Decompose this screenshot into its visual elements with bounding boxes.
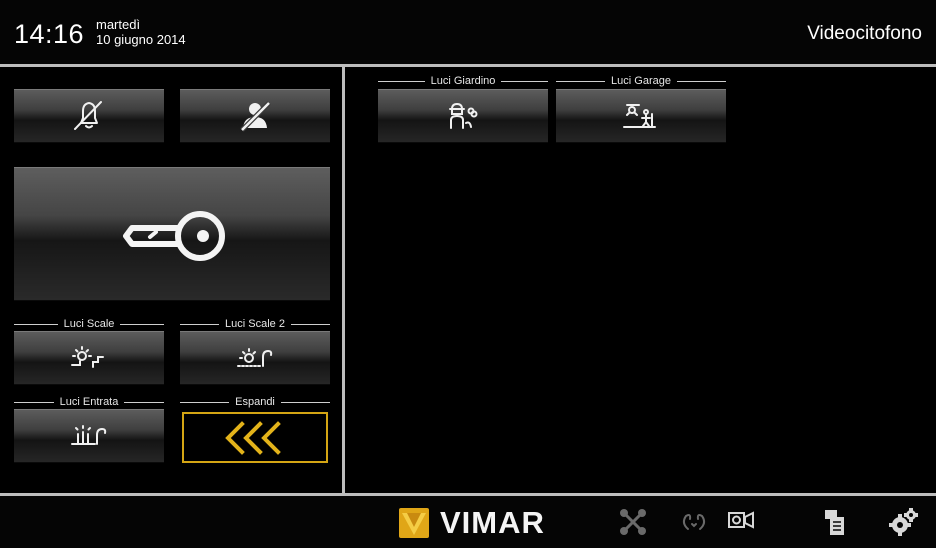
brand-name: VIMAR (440, 505, 545, 540)
stair-light-2-button[interactable] (180, 331, 330, 385)
garage-light-label: Luci Garage (556, 74, 726, 88)
clock-time: 14:16 (14, 19, 85, 49)
entrance-light-label: Luci Entrata (14, 395, 164, 409)
privacy-button[interactable] (180, 89, 330, 143)
vimar-logo-icon (399, 508, 429, 538)
garden-light-label: Luci Giardino (378, 74, 548, 88)
garage-light-icon (623, 104, 656, 128)
stair-light-icon (71, 346, 104, 368)
entrance-light-button[interactable] (14, 409, 164, 463)
garden-light-button[interactable] (378, 89, 548, 143)
settings-icon[interactable] (888, 507, 918, 537)
key-icon (123, 211, 225, 261)
intercom-icon[interactable] (679, 507, 709, 537)
expand-label: Espandi (180, 395, 330, 409)
footer-bar: VIMAR (0, 496, 936, 548)
clock-date: 10 giugno 2014 (96, 32, 186, 47)
door-open-button[interactable] (14, 167, 330, 301)
garden-light-icon (449, 102, 478, 129)
stair-light-button[interactable] (14, 331, 164, 385)
light-hand-icon (237, 348, 273, 367)
expand-button[interactable] (182, 412, 328, 463)
stair-light-label: Luci Scale (14, 317, 164, 331)
garage-light-button[interactable] (556, 89, 726, 143)
camera-icon[interactable] (726, 507, 756, 537)
stair-light-2-label: Luci Scale 2 (180, 317, 330, 331)
brand-logo: VIMAR (398, 505, 545, 541)
app-title: Videocitofono (807, 23, 922, 44)
bell-muted-icon (74, 101, 102, 130)
left-panel: Luci Scale Luci Scale 2 Luci Entrata Esp… (0, 67, 342, 493)
memo-icon[interactable] (820, 507, 850, 537)
right-panel: Luci Giardino Luci Garage (345, 67, 936, 493)
mute-ringer-button[interactable] (14, 89, 164, 143)
entrance-light-icon (71, 425, 107, 445)
user-off-icon (240, 101, 271, 132)
clock-day: martedì (96, 17, 141, 32)
status-header: 14:16 martedì 10 giugno 2014 Videocitofo… (0, 0, 936, 64)
expand-chevrons-icon (225, 420, 281, 455)
call-transfer-icon[interactable] (618, 507, 648, 537)
